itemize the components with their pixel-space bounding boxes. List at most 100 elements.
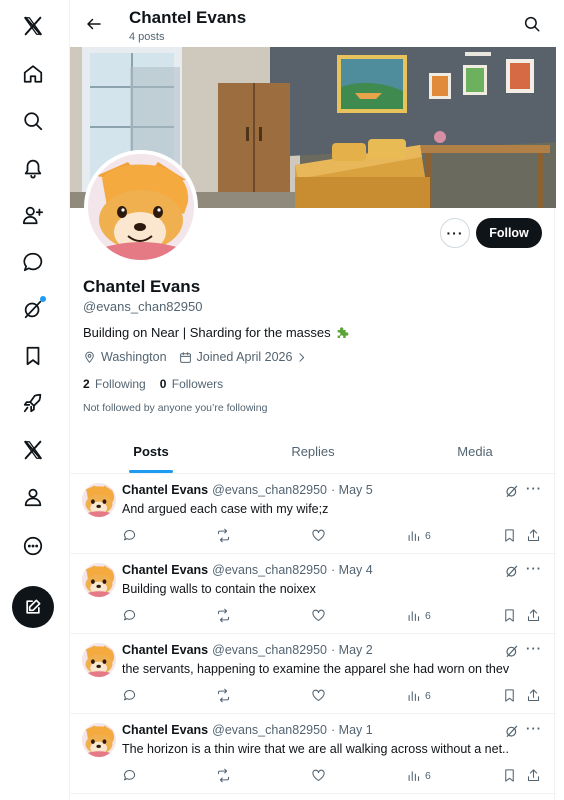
share-button[interactable] [526, 608, 541, 623]
like-button[interactable] [311, 768, 326, 783]
heart-icon [312, 529, 325, 542]
notifications-icon[interactable] [14, 149, 52, 187]
grok-icon[interactable] [14, 290, 52, 328]
post[interactable]: Chantel Evans @evans_chan82950 · May 2 t… [70, 634, 556, 714]
post-avatar[interactable] [82, 643, 116, 677]
location-pin-icon [85, 351, 94, 363]
share-button[interactable] [526, 688, 541, 703]
repost-button[interactable] [216, 688, 231, 703]
views-button[interactable]: 6 [406, 528, 431, 543]
post-avatar[interactable] [82, 723, 116, 757]
share-button[interactable] [526, 528, 541, 543]
post-date[interactable]: · May 2 [331, 643, 373, 657]
more-icon[interactable] [14, 527, 52, 565]
repost-button[interactable] [216, 608, 231, 623]
search-button[interactable] [520, 12, 544, 36]
post-date[interactable]: · May 4 [331, 563, 373, 577]
location-item: Washington [83, 350, 167, 364]
post-author-name[interactable]: Chantel Evans [122, 643, 208, 657]
tab-posts[interactable]: Posts [70, 430, 232, 473]
profile-bio: Building on Near | Sharding for the mass… [83, 324, 351, 340]
share-icon [527, 769, 540, 782]
grok-icon[interactable] [504, 723, 520, 739]
heart-icon [312, 689, 325, 702]
like-button[interactable] [311, 608, 326, 623]
views-count: 6 [425, 689, 431, 702]
post-more-icon[interactable]: ··· [526, 641, 542, 656]
shiba-avatar-image [82, 723, 116, 757]
following-link[interactable]: 2 Following [83, 377, 146, 391]
profile-column: Chantel Evans 4 posts ··· Follow Chantel… [69, 0, 556, 800]
post-author-handle[interactable]: @evans_chan82950 [212, 643, 327, 657]
post-avatar[interactable] [82, 483, 116, 517]
post[interactable]: Chantel Evans @evans_chan82950 · May 1 T… [70, 714, 556, 794]
chevron-right-icon [299, 352, 305, 362]
joined-item[interactable]: Joined April 2026 [179, 350, 309, 364]
analytics-icon [408, 691, 420, 702]
back-button[interactable] [80, 10, 108, 38]
views-button[interactable]: 6 [406, 768, 431, 783]
repost-button[interactable] [216, 528, 231, 543]
share-icon [527, 689, 540, 702]
tab-label: Posts [133, 444, 169, 459]
post[interactable]: Chantel Evans @evans_chan82950 · May 4 B… [70, 554, 556, 634]
post-date[interactable]: · May 5 [331, 483, 373, 497]
views-button[interactable]: 6 [406, 608, 431, 623]
home-icon[interactable] [14, 55, 52, 93]
bookmark-button[interactable] [502, 528, 517, 543]
bookmark-icon [505, 689, 514, 702]
grok-icon[interactable] [504, 483, 520, 499]
premium-icon[interactable] [14, 384, 52, 422]
like-button[interactable] [311, 688, 326, 703]
header-name: Chantel Evans [129, 8, 247, 27]
x-icon[interactable] [14, 431, 52, 469]
bookmark-button[interactable] [502, 768, 517, 783]
post-date[interactable]: · May 1 [331, 723, 373, 737]
post-author-name[interactable]: Chantel Evans [122, 723, 208, 737]
reply-button[interactable] [122, 528, 137, 543]
share-button[interactable] [526, 768, 541, 783]
grok-icon[interactable] [504, 563, 520, 579]
post-text: Building walls to contain the noixex [122, 582, 316, 596]
repost-button[interactable] [216, 768, 231, 783]
post-more-icon[interactable]: ··· [526, 561, 542, 576]
post[interactable]: Chantel Evans @evans_chan82950 · May 5 A… [70, 474, 556, 554]
post-author-handle[interactable]: @evans_chan82950 [212, 483, 327, 497]
compose-button[interactable] [12, 586, 54, 628]
more-dots-icon: ··· [446, 225, 464, 241]
post-author-handle[interactable]: @evans_chan82950 [212, 723, 327, 737]
profile-tabs: Posts Replies Media [70, 430, 556, 474]
tab-replies[interactable]: Replies [232, 430, 394, 473]
views-button[interactable]: 6 [406, 688, 431, 703]
post-text: the servants, happening to examine the a… [122, 662, 510, 676]
messages-icon[interactable] [14, 243, 52, 281]
reply-button[interactable] [122, 768, 137, 783]
profile-icon[interactable] [14, 478, 52, 516]
profile-avatar[interactable] [84, 150, 198, 264]
like-button[interactable] [311, 528, 326, 543]
follow-button[interactable]: Follow [476, 218, 542, 248]
shiba-avatar-image [82, 643, 116, 677]
repost-icon [217, 768, 230, 783]
more-options-button[interactable]: ··· [440, 218, 470, 248]
post-author-name[interactable]: Chantel Evans [122, 483, 208, 497]
bookmarks-icon[interactable] [14, 337, 52, 375]
post-more-icon[interactable]: ··· [526, 721, 542, 736]
post-text: The horizon is a thin wire that we are a… [122, 742, 509, 756]
follow-icon[interactable] [14, 196, 52, 234]
post-avatar[interactable] [82, 563, 116, 597]
explore-icon[interactable] [14, 102, 52, 140]
reply-button[interactable] [122, 688, 137, 703]
tab-media[interactable]: Media [394, 430, 556, 473]
post-author-name[interactable]: Chantel Evans [122, 563, 208, 577]
grok-icon[interactable] [504, 643, 520, 659]
bookmark-button[interactable] [502, 688, 517, 703]
bio-text: Building on Near | Sharding for the mass… [83, 324, 331, 340]
heart-icon [312, 609, 325, 622]
post-more-icon[interactable]: ··· [526, 481, 542, 496]
post-author-handle[interactable]: @evans_chan82950 [212, 563, 327, 577]
x-logo-icon[interactable] [14, 7, 52, 45]
reply-button[interactable] [122, 608, 137, 623]
followers-link[interactable]: 0 Followers [160, 377, 223, 391]
bookmark-button[interactable] [502, 608, 517, 623]
